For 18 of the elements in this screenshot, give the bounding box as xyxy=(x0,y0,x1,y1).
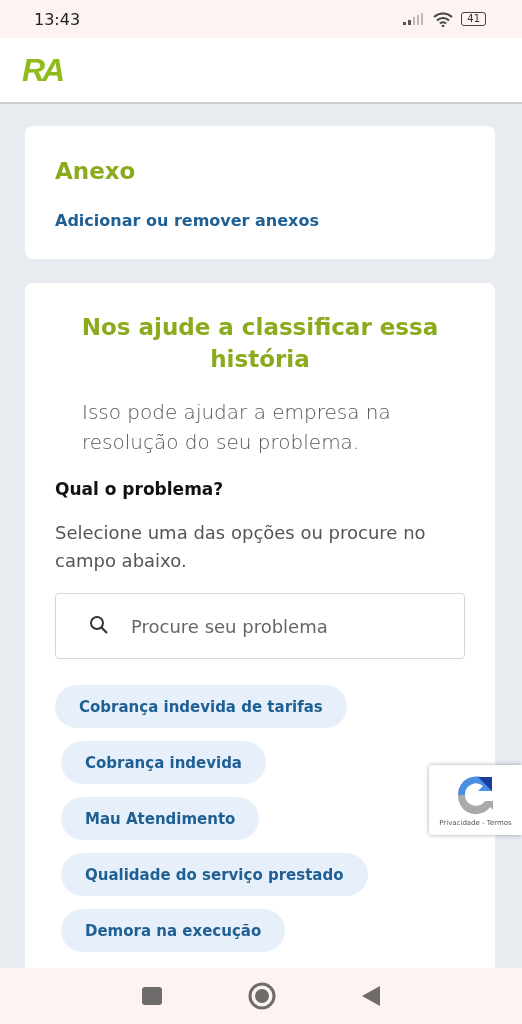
attachment-link[interactable]: Adicionar ou remover anexos xyxy=(55,211,465,230)
card-title: Nos ajude a classificar essa história xyxy=(80,313,440,374)
intro-text: Isso pode ajudar a empresa na resolução do seu problema. xyxy=(82,399,392,456)
option-chip[interactable]: Mau Atendimento xyxy=(61,797,260,840)
back-icon[interactable] xyxy=(362,986,380,1006)
signal-icon xyxy=(403,13,426,25)
wifi-icon xyxy=(433,11,454,27)
option-chip[interactable]: Demora na execução xyxy=(61,909,286,952)
search-field[interactable]: Procure seu problema xyxy=(55,593,465,659)
card-title: Anexo xyxy=(55,157,137,186)
option-chip[interactable]: Qualidade do serviço prestado xyxy=(61,853,368,896)
option-chip[interactable]: Cobrança indevida xyxy=(61,741,266,784)
option-chip[interactable]: Cobrança indevida de tarifas xyxy=(55,685,347,728)
question-label: Qual o problema? xyxy=(55,479,225,499)
home-icon[interactable] xyxy=(248,982,276,1010)
battery-icon: 41 xyxy=(461,12,486,26)
hint-text: Selecione uma das opções ou procure no campo abaixo. xyxy=(55,521,427,573)
status-time: 13:43 xyxy=(34,9,81,29)
